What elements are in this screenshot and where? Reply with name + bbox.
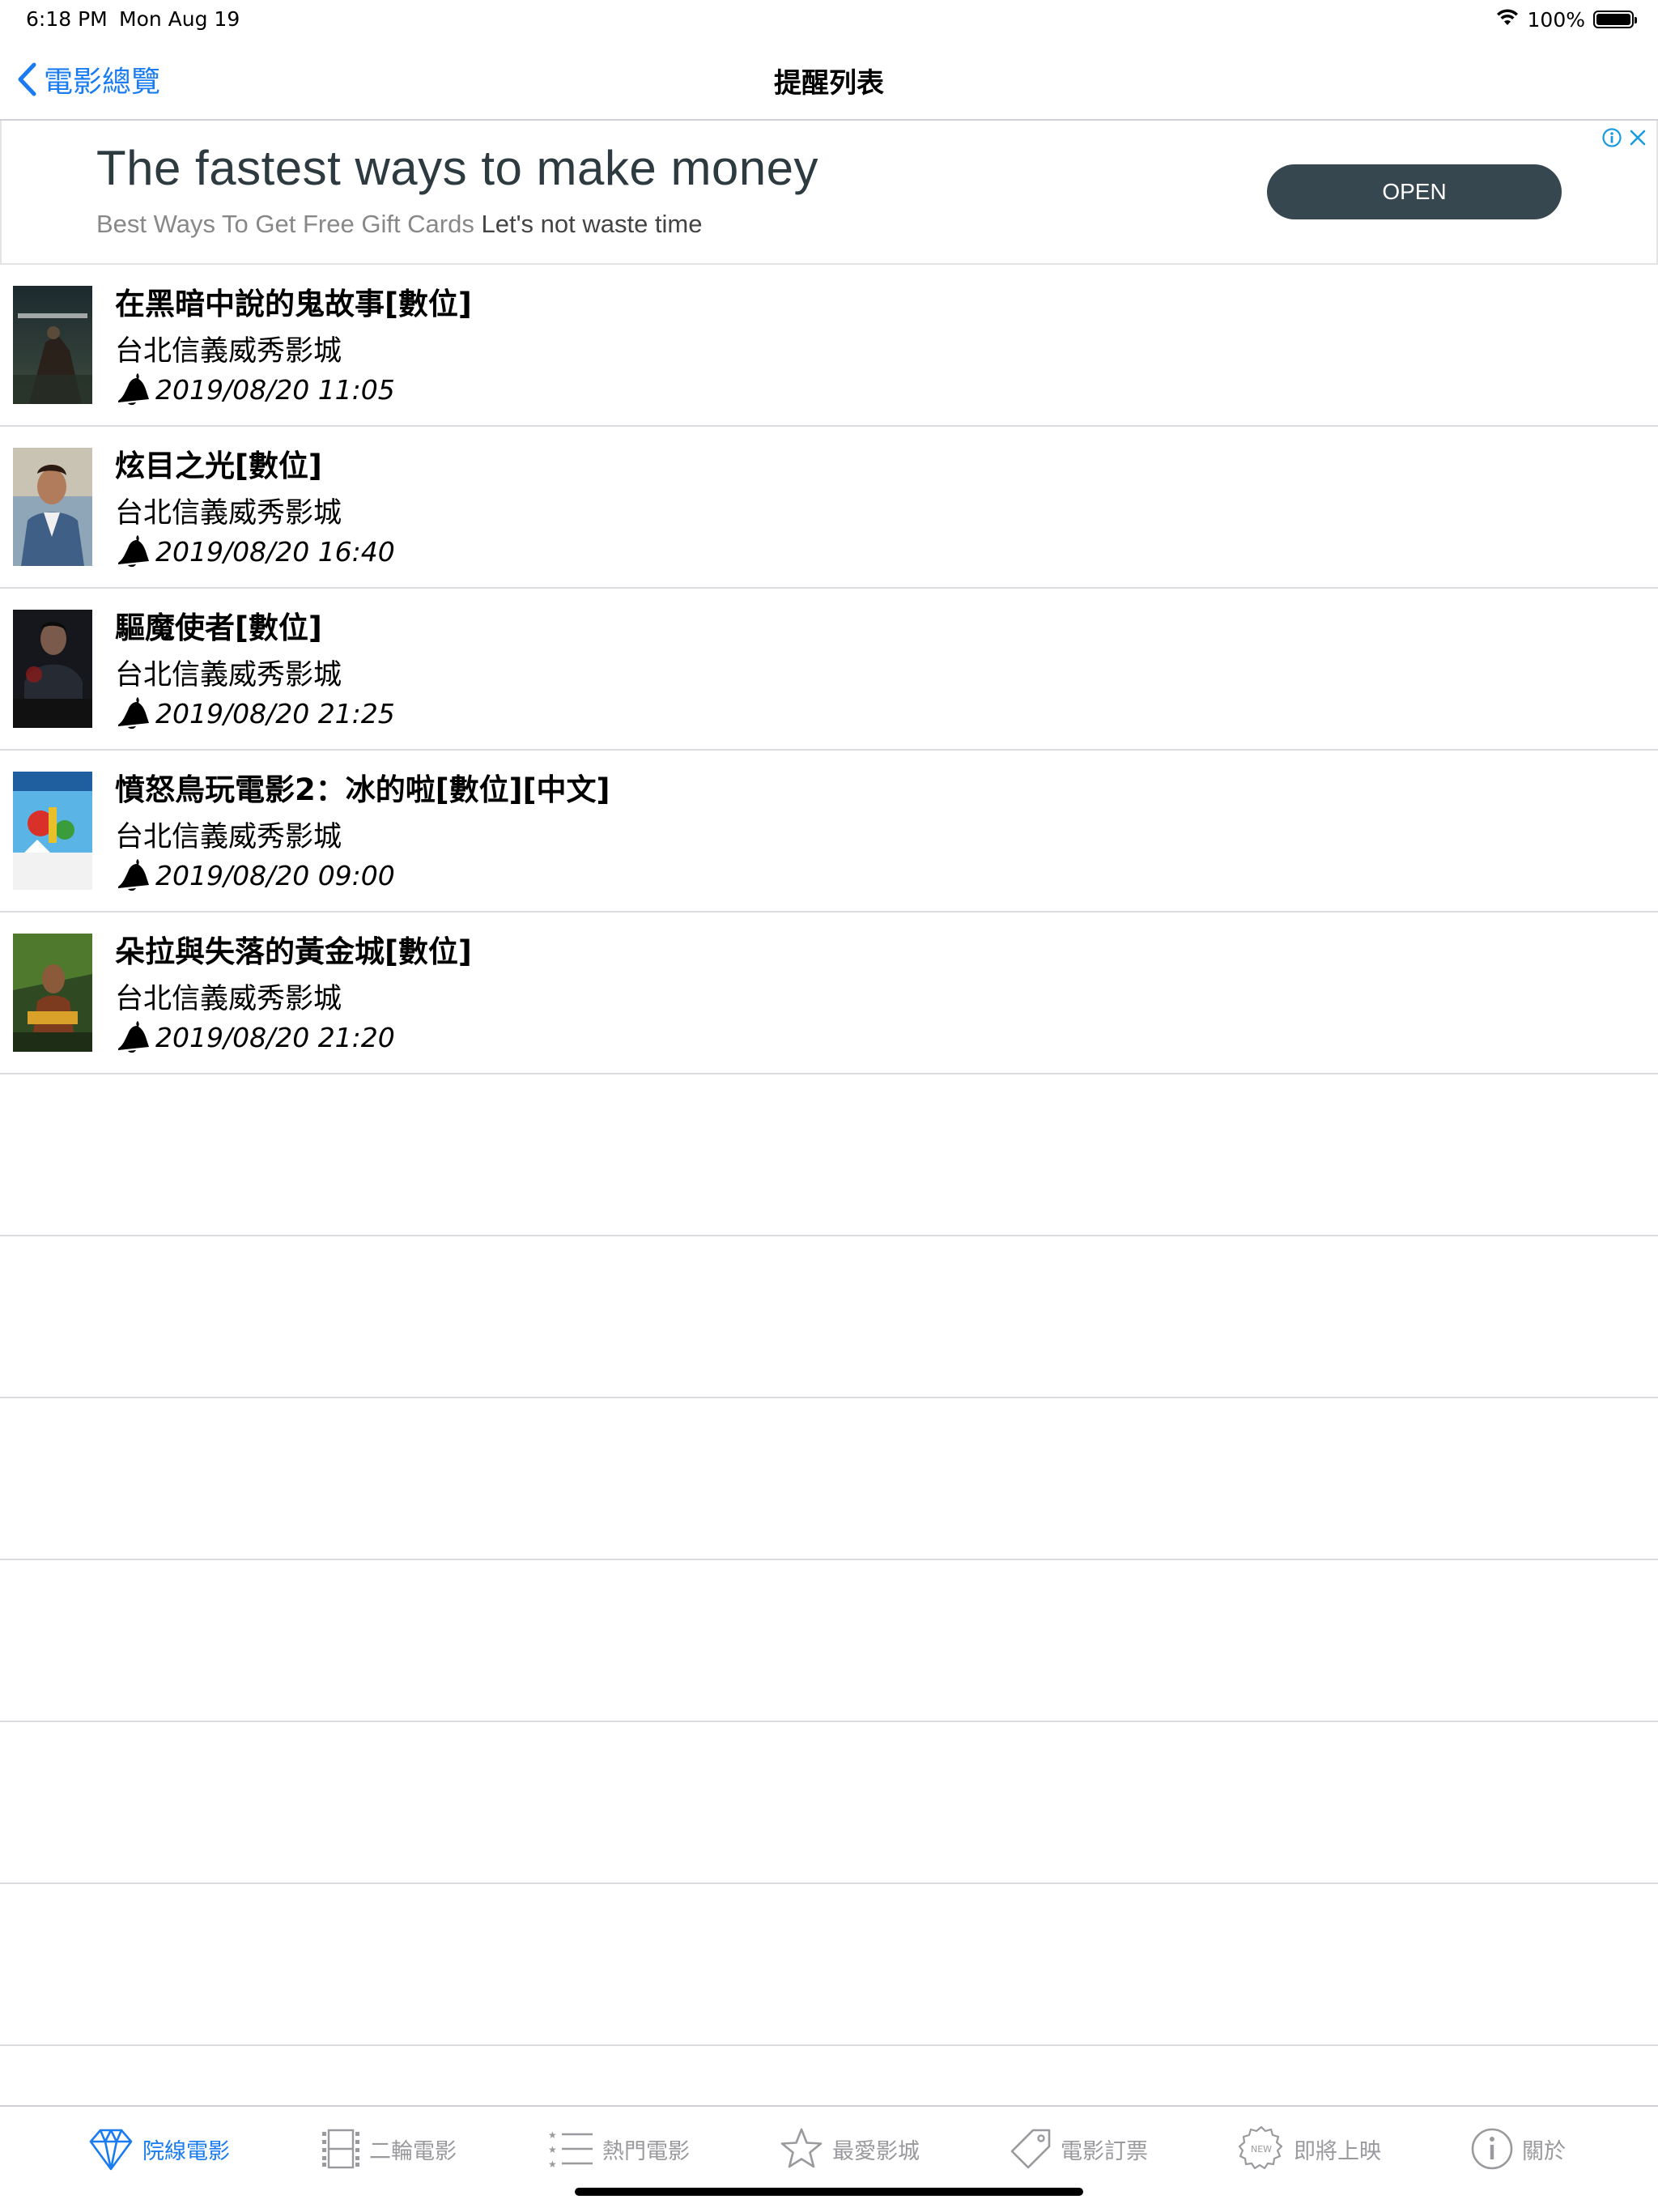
tab-popular-movies[interactable]: ★ ★ ★ 熱門電影 <box>547 2125 690 2173</box>
reminder-datetime: 2019/08/20 21:20 <box>155 1021 395 1053</box>
movie-title: 炫目之光[數位] <box>115 449 322 483</box>
reminder-datetime: 2019/08/20 16:40 <box>155 535 395 568</box>
tab-favorite-theaters[interactable]: 最愛影城 <box>779 2125 920 2173</box>
navigation-bar: 電影總覽 提醒列表 <box>0 39 1658 121</box>
tab-label: 電影訂票 <box>1061 2138 1148 2164</box>
ad-subtext-dark: Let's not waste time <box>481 210 703 238</box>
tab-about[interactable]: 關於 <box>1470 2125 1566 2173</box>
battery-icon <box>1593 11 1637 28</box>
theater-name: 台北信義威秀影城 <box>115 497 342 530</box>
theater-name: 台北信義威秀影城 <box>115 335 342 368</box>
bell-icon <box>115 856 151 895</box>
status-bar: 6:18 PM Mon Aug 19 100% <box>0 0 1658 39</box>
tab-label: 二輪電影 <box>369 2138 457 2164</box>
info-icon <box>1471 2128 1513 2170</box>
page-title: 提醒列表 <box>774 67 884 100</box>
tab-coming-soon[interactable]: NEW 即將上映 <box>1237 2125 1381 2173</box>
reminder-row[interactable]: 驅魔使者[數位] 台北信義威秀影城 2019/08/20 21:25 <box>0 589 1658 751</box>
battery-percent: 100% <box>1527 7 1585 32</box>
tab-theatrical-movies[interactable]: 院線電影 <box>87 2125 230 2173</box>
ad-headline[interactable]: The fastest ways to make money <box>96 140 818 196</box>
tab-label: 即將上映 <box>1294 2138 1381 2164</box>
reminder-row[interactable]: 在黑暗中說的鬼故事[數位] 台北信義威秀影城 2019/08/20 11:05 <box>0 265 1658 427</box>
ad-banner[interactable]: The fastest ways to make money Best Ways… <box>0 121 1658 265</box>
status-date: Mon Aug 19 <box>119 7 240 31</box>
bell-icon <box>115 694 151 733</box>
tab-bar: 院線電影 二輪電影 ★ ★ ★ 熱門電影 最愛影城 電影訂票 NEW 即將上映 … <box>0 2105 1658 2212</box>
home-indicator[interactable] <box>575 2188 1083 2196</box>
empty-list-row <box>0 1236 1658 1398</box>
svg-text:★: ★ <box>548 2159 557 2170</box>
tab-label: 院線電影 <box>142 2138 230 2164</box>
reminder-time: 2019/08/20 16:40 <box>115 532 395 571</box>
status-indicators: 100% <box>1495 5 1637 34</box>
theater-name: 台北信義威秀影城 <box>115 821 342 853</box>
svg-text:★: ★ <box>548 2144 557 2155</box>
movie-poster <box>13 448 92 566</box>
theater-name: 台北信義威秀影城 <box>115 983 342 1015</box>
status-time: 6:18 PM <box>26 7 108 31</box>
empty-list-row <box>0 1074 1658 1236</box>
movie-title: 驅魔使者[數位] <box>115 610 322 645</box>
bell-icon <box>115 532 151 571</box>
bell-icon <box>115 370 151 409</box>
ticket-tag-icon <box>1010 2129 1051 2169</box>
reminder-row[interactable]: 炫目之光[數位] 台北信義威秀影城 2019/08/20 16:40 <box>0 427 1658 589</box>
reminder-time: 2019/08/20 21:20 <box>115 1018 395 1057</box>
reminder-list: 在黑暗中說的鬼故事[數位] 台北信義威秀影城 2019/08/20 11:05 … <box>0 265 1658 2046</box>
movie-title: 朵拉與失落的黃金城[數位] <box>115 934 472 969</box>
ad-close-icon[interactable] <box>1627 127 1648 151</box>
reminder-time: 2019/08/20 11:05 <box>115 370 395 409</box>
tab-book-tickets[interactable]: 電影訂票 <box>1009 2125 1148 2173</box>
star-icon <box>780 2128 823 2168</box>
new-badge-icon: NEW <box>1238 2125 1283 2170</box>
svg-text:★: ★ <box>548 2129 557 2141</box>
tab-label: 關於 <box>1522 2138 1566 2164</box>
reminder-time: 2019/08/20 21:25 <box>115 694 395 733</box>
reminder-time: 2019/08/20 09:00 <box>115 856 395 895</box>
svg-text:NEW: NEW <box>1251 2144 1272 2155</box>
empty-list-row <box>0 1722 1658 1884</box>
wifi-icon <box>1495 7 1520 32</box>
reminder-datetime: 2019/08/20 11:05 <box>155 373 395 406</box>
empty-list-row <box>0 1884 1658 2046</box>
movie-title: 在黑暗中說的鬼故事[數位] <box>115 287 472 321</box>
ad-info-icon[interactable] <box>1601 127 1622 151</box>
reminder-datetime: 2019/08/20 09:00 <box>155 859 395 891</box>
bell-icon <box>115 1018 151 1057</box>
theater-name: 台北信義威秀影城 <box>115 659 342 691</box>
empty-list-row <box>0 1560 1658 1722</box>
ad-subtext-grey: Best Ways To Get Free Gift Cards <box>96 210 474 238</box>
movie-poster <box>13 610 92 728</box>
ranked-list-icon: ★ ★ ★ <box>548 2129 593 2170</box>
movie-poster <box>13 772 92 890</box>
reminder-row[interactable]: 朵拉與失落的黃金城[數位] 台北信義威秀影城 2019/08/20 21:20 <box>0 912 1658 1074</box>
ad-open-button[interactable]: OPEN <box>1267 164 1562 219</box>
tab-second-run-movies[interactable]: 二輪電影 <box>321 2125 457 2173</box>
movie-poster <box>13 934 92 1052</box>
reminder-row[interactable]: 憤怒鳥玩電影2：冰的啦[數位][中文] 台北信義威秀影城 2019/08/20 … <box>0 751 1658 912</box>
movie-poster <box>13 286 92 404</box>
film-strip-icon <box>322 2129 359 2169</box>
tab-label: 最愛影城 <box>832 2138 920 2164</box>
diamond-icon <box>89 2129 133 2171</box>
movie-title: 憤怒鳥玩電影2：冰的啦[數位][中文] <box>115 772 610 807</box>
ad-subtext: Best Ways To Get Free Gift Cards Let's n… <box>96 210 703 239</box>
tab-label: 熱門電影 <box>602 2138 690 2164</box>
reminder-datetime: 2019/08/20 21:25 <box>155 697 395 730</box>
empty-list-row <box>0 1398 1658 1560</box>
